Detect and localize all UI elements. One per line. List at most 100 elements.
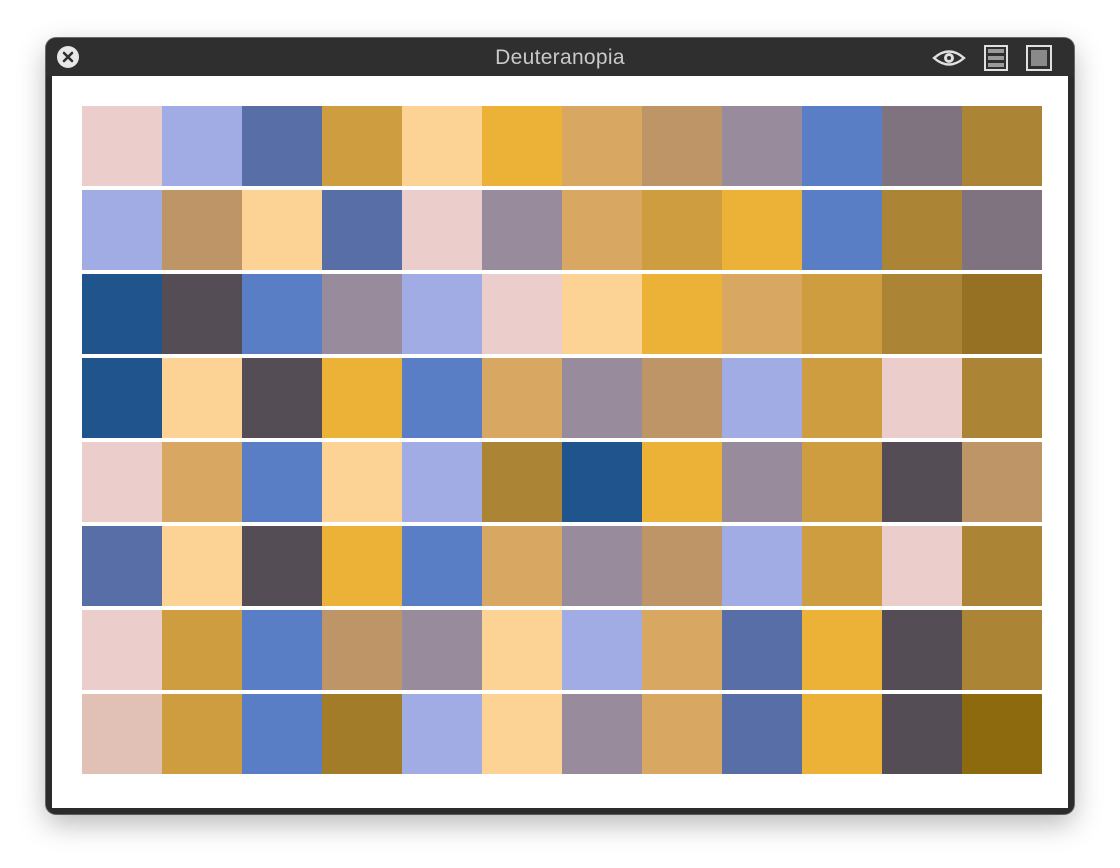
color-swatch <box>82 610 162 690</box>
color-swatch <box>322 190 402 270</box>
color-swatch <box>402 358 482 438</box>
color-swatch <box>562 106 642 186</box>
color-swatch <box>882 526 962 606</box>
color-swatch <box>962 358 1042 438</box>
color-swatch <box>802 610 882 690</box>
color-swatch <box>82 694 162 774</box>
color-swatch <box>402 106 482 186</box>
color-swatch <box>162 190 242 270</box>
color-swatch <box>482 106 562 186</box>
color-swatch <box>722 526 802 606</box>
list-icon[interactable] <box>982 45 1010 71</box>
color-swatch <box>402 526 482 606</box>
color-swatch <box>642 694 722 774</box>
color-swatch <box>242 190 322 270</box>
color-swatch <box>722 190 802 270</box>
color-swatch <box>402 694 482 774</box>
content-area <box>52 76 1068 808</box>
color-swatch <box>482 610 562 690</box>
color-swatch <box>642 274 722 354</box>
color-swatch <box>562 610 642 690</box>
color-swatch <box>242 694 322 774</box>
color-swatch <box>82 358 162 438</box>
color-swatch <box>882 274 962 354</box>
color-swatch <box>242 358 322 438</box>
color-swatch <box>322 442 402 522</box>
color-swatch <box>162 106 242 186</box>
color-swatch <box>162 358 242 438</box>
color-swatch <box>82 106 162 186</box>
color-swatch <box>242 610 322 690</box>
color-swatch <box>882 190 962 270</box>
color-swatch <box>402 190 482 270</box>
color-swatch <box>82 190 162 270</box>
color-swatch <box>562 190 642 270</box>
color-swatch <box>82 526 162 606</box>
color-grid <box>82 106 1042 774</box>
color-swatch <box>722 106 802 186</box>
color-swatch <box>642 610 722 690</box>
color-swatch <box>642 442 722 522</box>
color-swatch <box>962 610 1042 690</box>
color-swatch <box>482 526 562 606</box>
color-swatch <box>322 694 402 774</box>
color-swatch <box>802 694 882 774</box>
color-swatch <box>802 106 882 186</box>
color-swatch <box>802 442 882 522</box>
color-swatch <box>962 442 1042 522</box>
color-swatch <box>722 358 802 438</box>
color-swatch <box>802 526 882 606</box>
eye-icon[interactable] <box>931 45 967 71</box>
color-swatch <box>402 610 482 690</box>
color-swatch <box>322 610 402 690</box>
color-swatch <box>402 274 482 354</box>
color-swatch <box>162 526 242 606</box>
color-swatch <box>162 442 242 522</box>
color-swatch <box>962 274 1042 354</box>
color-swatch <box>802 274 882 354</box>
color-swatch <box>562 358 642 438</box>
color-swatch <box>242 106 322 186</box>
square-icon[interactable] <box>1025 45 1053 71</box>
color-swatch <box>242 526 322 606</box>
color-swatch <box>722 442 802 522</box>
color-swatch <box>642 106 722 186</box>
color-swatch <box>882 694 962 774</box>
color-swatch <box>642 526 722 606</box>
color-swatch <box>482 358 562 438</box>
color-swatch <box>242 442 322 522</box>
color-swatch <box>322 358 402 438</box>
color-swatch <box>882 358 962 438</box>
color-swatch <box>242 274 322 354</box>
color-swatch <box>882 610 962 690</box>
color-swatch <box>82 442 162 522</box>
color-swatch <box>882 442 962 522</box>
color-swatch <box>802 358 882 438</box>
color-swatch <box>722 610 802 690</box>
color-swatch <box>402 442 482 522</box>
color-swatch <box>162 274 242 354</box>
color-swatch <box>562 442 642 522</box>
color-swatch <box>722 694 802 774</box>
color-swatch <box>962 694 1042 774</box>
color-swatch <box>322 526 402 606</box>
color-swatch <box>482 274 562 354</box>
color-swatch <box>562 274 642 354</box>
color-swatch <box>802 190 882 270</box>
color-swatch <box>642 358 722 438</box>
color-swatch <box>722 274 802 354</box>
color-swatch <box>82 274 162 354</box>
color-swatch <box>882 106 962 186</box>
window-title: Deuteranopia <box>495 46 625 69</box>
color-swatch <box>162 694 242 774</box>
color-swatch <box>562 526 642 606</box>
color-swatch <box>322 106 402 186</box>
color-swatch <box>482 694 562 774</box>
color-swatch <box>962 190 1042 270</box>
app-window: Deuteranopia <box>46 38 1074 814</box>
color-swatch <box>642 190 722 270</box>
title-bar: Deuteranopia <box>46 38 1074 76</box>
color-swatch <box>962 526 1042 606</box>
color-swatch <box>562 694 642 774</box>
color-swatch <box>962 106 1042 186</box>
